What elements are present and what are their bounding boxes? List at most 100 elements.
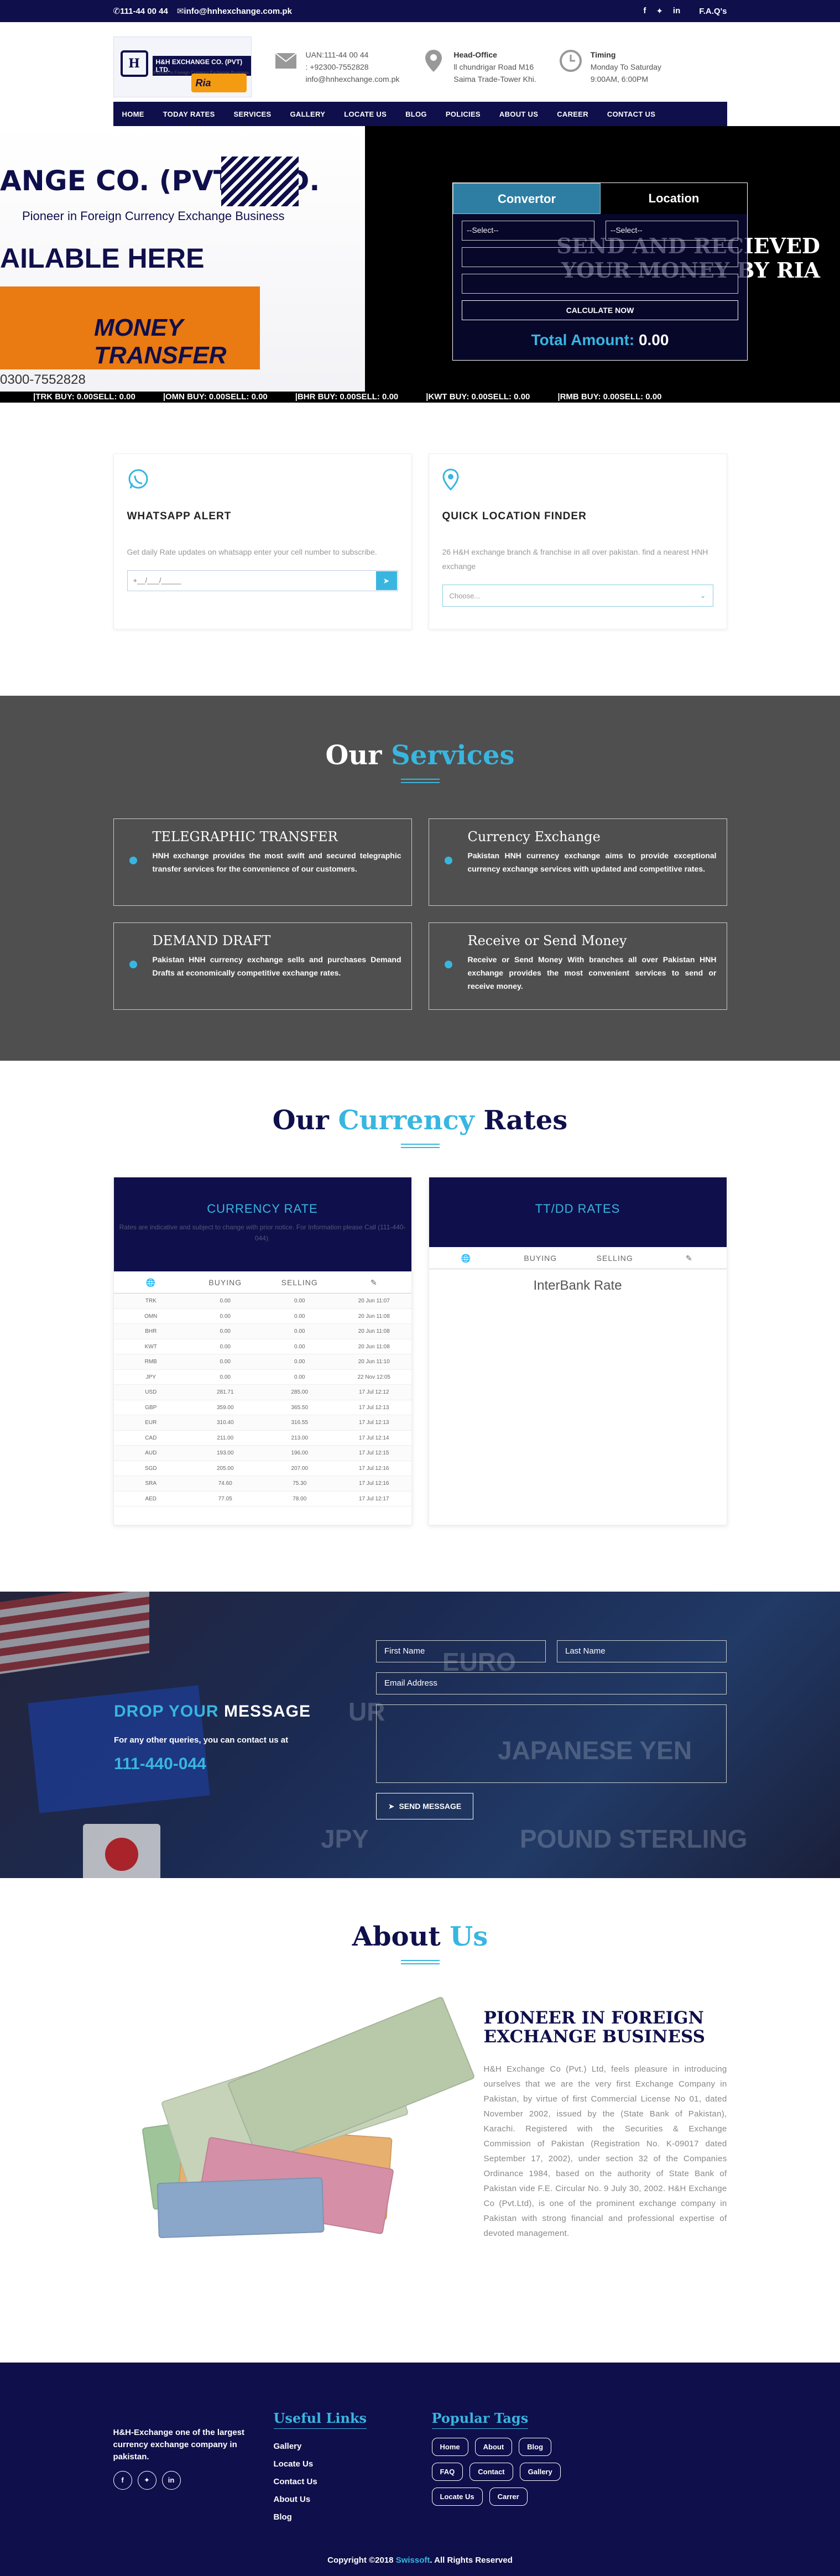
type-select[interactable]: --Select-- <box>606 221 738 241</box>
email-contact[interactable]: ✉info@hnhexchange.com.pk <box>177 6 292 16</box>
branch-select-value: Choose... <box>449 591 481 600</box>
result-input[interactable] <box>462 274 738 294</box>
rate-row: AED 77.05 78.00 17 Jul 12:17 <box>113 1492 411 1506</box>
tab-convertor[interactable]: Convertor <box>453 183 601 214</box>
rate-currency: TRK <box>145 1298 156 1304</box>
nav-contact-us[interactable]: CONTACT US <box>607 110 655 118</box>
linkedin-icon[interactable]: in <box>161 2471 181 2490</box>
phone-contact[interactable]: ✆111-44 00 44 <box>113 6 168 16</box>
total-value: 0.00 <box>638 331 669 348</box>
nav-home[interactable]: HOME <box>122 110 144 118</box>
timing-hours: 9:00AM, 6:00PM <box>590 75 649 84</box>
last-name-field[interactable]: Last Name <box>557 1640 727 1662</box>
services-title: Our Services <box>113 740 727 771</box>
footer-link-gallery[interactable]: Gallery <box>274 2438 432 2455</box>
col-buying: BUYING <box>524 1254 557 1263</box>
twitter-icon[interactable]: ✦ <box>137 2471 156 2490</box>
tab-location[interactable]: Location <box>601 183 747 214</box>
banner-stripes <box>221 157 299 206</box>
tag-blog[interactable]: Blog <box>519 2438 552 2456</box>
tag-about[interactable]: About <box>474 2438 513 2456</box>
currency-convertor: Convertor Location --Select-- --Select--… <box>452 182 748 361</box>
service-text: HNH exchange provides the most swift and… <box>152 851 401 873</box>
bullet-icon <box>444 857 452 864</box>
footer-link-about-us[interactable]: About Us <box>274 2491 432 2509</box>
whatsapp-alert-card: WHATSAPP ALERT Get daily Rate updates on… <box>113 453 412 629</box>
nav-policies[interactable]: POLICIES <box>446 110 481 118</box>
rate-row: BHR 0.00 0.00 20 Jun 11:08 <box>113 1324 411 1339</box>
service-card[interactable]: DEMAND DRAFT Pakistan HNH currency exchan… <box>113 922 412 1010</box>
currency-select[interactable]: --Select-- <box>462 221 594 241</box>
rate-buying: 0.00 <box>220 1359 231 1365</box>
nav-blog[interactable]: BLOG <box>405 110 427 118</box>
globe-icon: 🌐 <box>461 1254 471 1263</box>
tag-locate-us[interactable]: Locate Us <box>431 2488 483 2506</box>
col-buying: BUYING <box>208 1278 242 1287</box>
services-section: Our Services TELEGRAPHIC TRANSFER HNH exc… <box>0 696 840 1061</box>
rate-buying: 205.00 <box>216 1465 234 1472</box>
currency-rate-card: CURRENCY RATE Rates are indicative and s… <box>113 1177 412 1525</box>
rate-row: JPY 0.00 0.00 22 Nov 12:05 <box>113 1370 411 1385</box>
send-message-button[interactable]: ➤ SEND MESSAGE <box>376 1793 473 1819</box>
site-logo[interactable]: H H&H EXCHANGE CO. (PVT) LTD. Pioneer in… <box>113 36 252 97</box>
rate-currency: OMN <box>144 1313 158 1320</box>
tag-gallery[interactable]: Gallery <box>519 2463 561 2481</box>
branch-select[interactable]: Choose... ⌄ <box>442 585 713 607</box>
first-name-field[interactable]: First Name <box>376 1640 546 1662</box>
footer-link-blog[interactable]: Blog <box>274 2509 432 2526</box>
tag-home[interactable]: Home <box>431 2438 468 2456</box>
linkedin-icon[interactable]: in <box>673 6 680 16</box>
header-mobile: : +92300-7552828 <box>305 62 369 71</box>
col-selling: SELLING <box>281 1278 318 1287</box>
service-card[interactable]: Receive or Send Money Receive or Send Mon… <box>428 922 727 1010</box>
rate-updated: 17 Jul 12:12 <box>359 1389 389 1395</box>
tag-carrer[interactable]: Carrer <box>489 2488 528 2506</box>
send-icon[interactable]: ➤ <box>375 571 398 591</box>
nav-career[interactable]: CAREER <box>557 110 588 118</box>
clock-icon <box>559 49 583 73</box>
rate-buying: 0.00 <box>220 1374 231 1380</box>
facebook-icon[interactable]: f <box>113 2471 132 2490</box>
rate-selling: 78.00 <box>293 1495 307 1502</box>
nav-locate-us[interactable]: LOCATE US <box>344 110 387 118</box>
amount-input[interactable] <box>462 247 738 267</box>
logo-mark: H <box>120 50 148 77</box>
title-underline <box>400 779 440 783</box>
tag-faq[interactable]: FAQ <box>431 2463 463 2481</box>
nav-today-rates[interactable]: TODAY RATES <box>163 110 215 118</box>
rate-selling: 196.00 <box>291 1450 309 1456</box>
message-phone[interactable]: 111-440-044 <box>114 1755 311 1774</box>
twitter-icon[interactable]: ✦ <box>656 6 663 16</box>
location-text: 26 H&H exchange branch & franchise in al… <box>442 547 708 571</box>
copyright-a: Copyright ©2018 <box>327 2556 394 2565</box>
rate-buying: 0.00 <box>220 1328 231 1334</box>
faq-link[interactable]: F.A.Q's <box>699 7 727 16</box>
message-textarea[interactable] <box>376 1704 727 1783</box>
currency-rate-title: CURRENCY RATE <box>207 1202 318 1216</box>
service-title: Receive or Send Money <box>467 933 627 948</box>
currency-rate-note: Rates are indicative and subject to chan… <box>119 1223 406 1242</box>
service-card[interactable]: TELEGRAPHIC TRANSFER HNH exchange provide… <box>113 818 412 906</box>
rate-row: GBP 359.00 365.50 17 Jul 12:13 <box>113 1400 411 1415</box>
rates-title-b: Currency <box>338 1105 474 1136</box>
email-field[interactable]: Email Address <box>376 1672 727 1694</box>
nav-services[interactable]: SERVICES <box>234 110 272 118</box>
rate-updated: 20 Jun 11:08 <box>358 1328 390 1334</box>
ticker-item: |BHR BUY: 0.00SELL: 0.00 <box>295 392 399 401</box>
rate-row: EUR 310.40 316.55 17 Jul 12:13 <box>113 1415 411 1431</box>
copyright-c: . All Rights Reserved <box>430 2556 513 2565</box>
footer-link-locate-us[interactable]: Locate Us <box>274 2455 432 2473</box>
whatsapp-number-input[interactable]: +__/___/_____ <box>128 571 375 591</box>
tt-rate-title: TT/DD RATES <box>535 1202 620 1216</box>
facebook-icon[interactable]: f <box>643 6 646 16</box>
footer-about: H&H-Exchange one of the largest currency… <box>113 2410 274 2526</box>
copyright-company[interactable]: Swissoft <box>396 2556 430 2565</box>
nav-gallery[interactable]: GALLERY <box>290 110 325 118</box>
calculate-button[interactable]: CALCULATE NOW <box>462 300 738 320</box>
rate-selling: 0.00 <box>294 1328 305 1334</box>
tag-contact[interactable]: Contact <box>469 2463 513 2481</box>
copyright: Copyright ©2018 Swissoft. All Rights Res… <box>0 2556 840 2565</box>
service-card[interactable]: Currency Exchange Pakistan HNH currency e… <box>428 818 727 906</box>
footer-link-contact-us[interactable]: Contact Us <box>274 2473 432 2491</box>
nav-about-us[interactable]: ABOUT US <box>499 110 538 118</box>
